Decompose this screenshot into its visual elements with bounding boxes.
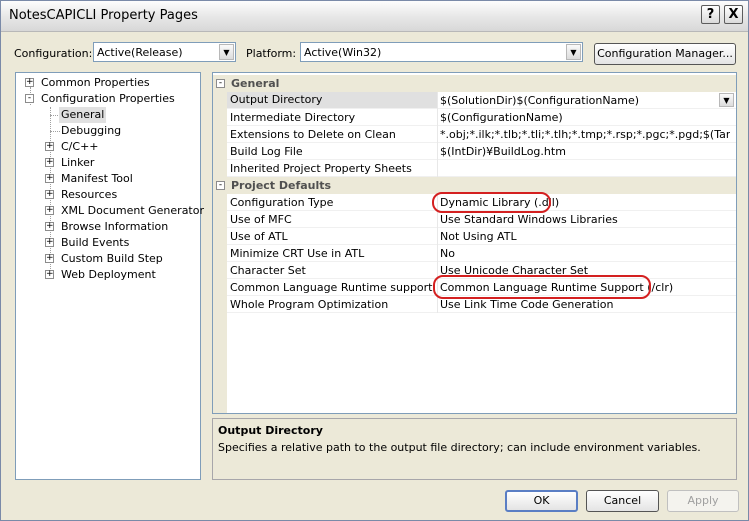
- property-name: Common Language Runtime support: [230, 281, 433, 294]
- platform-label: Platform:: [246, 47, 297, 60]
- property-value[interactable]: Not Using ATL: [440, 230, 730, 243]
- tree-item-label: Debugging: [61, 124, 122, 137]
- cancel-button[interactable]: Cancel: [586, 490, 659, 512]
- minus-icon[interactable]: -: [216, 79, 225, 88]
- property-tree[interactable]: + Common Properties - Configuration Prop…: [15, 72, 204, 480]
- property-value[interactable]: Use Link Time Code Generation: [440, 298, 730, 311]
- plus-icon[interactable]: +: [45, 254, 54, 263]
- property-name: Character Set: [230, 264, 306, 277]
- property-name: Inherited Project Property Sheets: [230, 162, 412, 175]
- chevron-down-icon[interactable]: ▼: [719, 93, 734, 107]
- help-button[interactable]: ?: [701, 5, 720, 24]
- help-icon: ?: [706, 7, 715, 22]
- window-title: NotesCAPICLI Property Pages: [9, 8, 198, 23]
- property-row-output-directory[interactable]: Output Directory $(SolutionDir)$(Configu…: [213, 92, 736, 109]
- chevron-down-icon[interactable]: ▼: [219, 44, 234, 60]
- tree-item-label: Browse Information: [61, 220, 169, 233]
- category-general[interactable]: - General: [213, 75, 736, 92]
- property-row-intermediate-directory[interactable]: Intermediate Directory $(ConfigurationNa…: [213, 109, 736, 126]
- tree-item-label: Linker: [61, 156, 95, 169]
- property-row-inherited-property-sheets[interactable]: Inherited Project Property Sheets: [213, 160, 736, 177]
- property-grid[interactable]: - General Output Directory $(SolutionDir…: [212, 72, 737, 414]
- tree-item-label: Manifest Tool: [61, 172, 133, 185]
- configuration-value: Active(Release): [97, 46, 183, 59]
- tree-item-label: Web Deployment: [61, 268, 156, 281]
- platform-select[interactable]: Active(Win32) ▼: [300, 42, 583, 62]
- property-value[interactable]: Use Standard Windows Libraries: [440, 213, 730, 226]
- category-title: General: [231, 77, 280, 90]
- property-row-minimize-crt[interactable]: Minimize CRT Use in ATL No: [213, 245, 736, 262]
- chevron-down-icon[interactable]: ▼: [566, 44, 581, 60]
- property-row-use-of-atl[interactable]: Use of ATL Not Using ATL: [213, 228, 736, 245]
- property-name: Configuration Type: [230, 196, 334, 209]
- ok-button[interactable]: OK: [505, 490, 578, 512]
- property-name: Intermediate Directory: [230, 111, 356, 124]
- property-name: Use of ATL: [230, 230, 288, 243]
- property-name: Minimize CRT Use in ATL: [230, 247, 365, 260]
- property-name: Whole Program Optimization: [230, 298, 389, 311]
- plus-icon[interactable]: +: [45, 270, 54, 279]
- tree-item-label: Resources: [61, 188, 118, 201]
- property-row-use-of-mfc[interactable]: Use of MFC Use Standard Windows Librarie…: [213, 211, 736, 228]
- highlight-oval-configuration-type: [432, 192, 551, 213]
- minus-icon[interactable]: -: [25, 94, 34, 103]
- property-row-build-log-file[interactable]: Build Log File $(IntDir)¥BuildLog.htm: [213, 143, 736, 160]
- plus-icon[interactable]: +: [45, 238, 54, 247]
- tree-item-label: General: [59, 107, 107, 123]
- tree-item-label: C/C++: [61, 140, 99, 153]
- property-name: Build Log File: [230, 145, 303, 158]
- plus-icon[interactable]: +: [25, 78, 34, 87]
- property-value[interactable]: $(IntDir)¥BuildLog.htm: [440, 145, 730, 158]
- property-name: Extensions to Delete on Clean: [230, 128, 396, 141]
- tree-item-label: XML Document Generator: [61, 204, 204, 217]
- plus-icon[interactable]: +: [45, 158, 54, 167]
- apply-button[interactable]: Apply: [667, 490, 739, 512]
- property-value[interactable]: *.obj;*.ilk;*.tlb;*.tli;*.tlh;*.tmp;*.rs…: [440, 128, 730, 141]
- property-value[interactable]: $(SolutionDir)$(ConfigurationName): [440, 94, 730, 107]
- plus-icon[interactable]: +: [45, 190, 54, 199]
- grid-gutter: [213, 312, 227, 413]
- property-row-extensions-to-delete[interactable]: Extensions to Delete on Clean *.obj;*.il…: [213, 126, 736, 143]
- description-title: Output Directory: [218, 424, 323, 437]
- tree-item-label: Custom Build Step: [61, 252, 163, 265]
- configuration-manager-button[interactable]: Configuration Manager...: [594, 43, 736, 65]
- property-name: Output Directory: [227, 92, 438, 108]
- plus-icon[interactable]: +: [45, 142, 54, 151]
- close-icon: X: [728, 7, 739, 22]
- plus-icon[interactable]: +: [45, 174, 54, 183]
- configuration-label: Configuration:: [14, 47, 93, 60]
- highlight-oval-clr-support: [433, 275, 651, 299]
- title-bar[interactable]: NotesCAPICLI Property Pages ? X: [1, 1, 748, 32]
- minus-icon[interactable]: -: [216, 181, 225, 190]
- category-title: Project Defaults: [231, 179, 332, 192]
- property-pages-dialog: NotesCAPICLI Property Pages ? X Configur…: [0, 0, 749, 521]
- plus-icon[interactable]: +: [45, 206, 54, 215]
- description-text: Specifies a relative path to the output …: [218, 441, 701, 454]
- close-button[interactable]: X: [724, 5, 743, 24]
- plus-icon[interactable]: +: [45, 222, 54, 231]
- tree-item-label: Configuration Properties: [41, 92, 175, 105]
- tree-item-label: Build Events: [61, 236, 130, 249]
- property-value[interactable]: $(ConfigurationName): [440, 111, 730, 124]
- property-value[interactable]: No: [440, 247, 730, 260]
- property-name: Use of MFC: [230, 213, 292, 226]
- configuration-select[interactable]: Active(Release) ▼: [93, 42, 236, 62]
- platform-value: Active(Win32): [304, 46, 382, 59]
- description-pane: Output Directory Specifies a relative pa…: [212, 418, 737, 480]
- tree-item-label: Common Properties: [41, 76, 150, 89]
